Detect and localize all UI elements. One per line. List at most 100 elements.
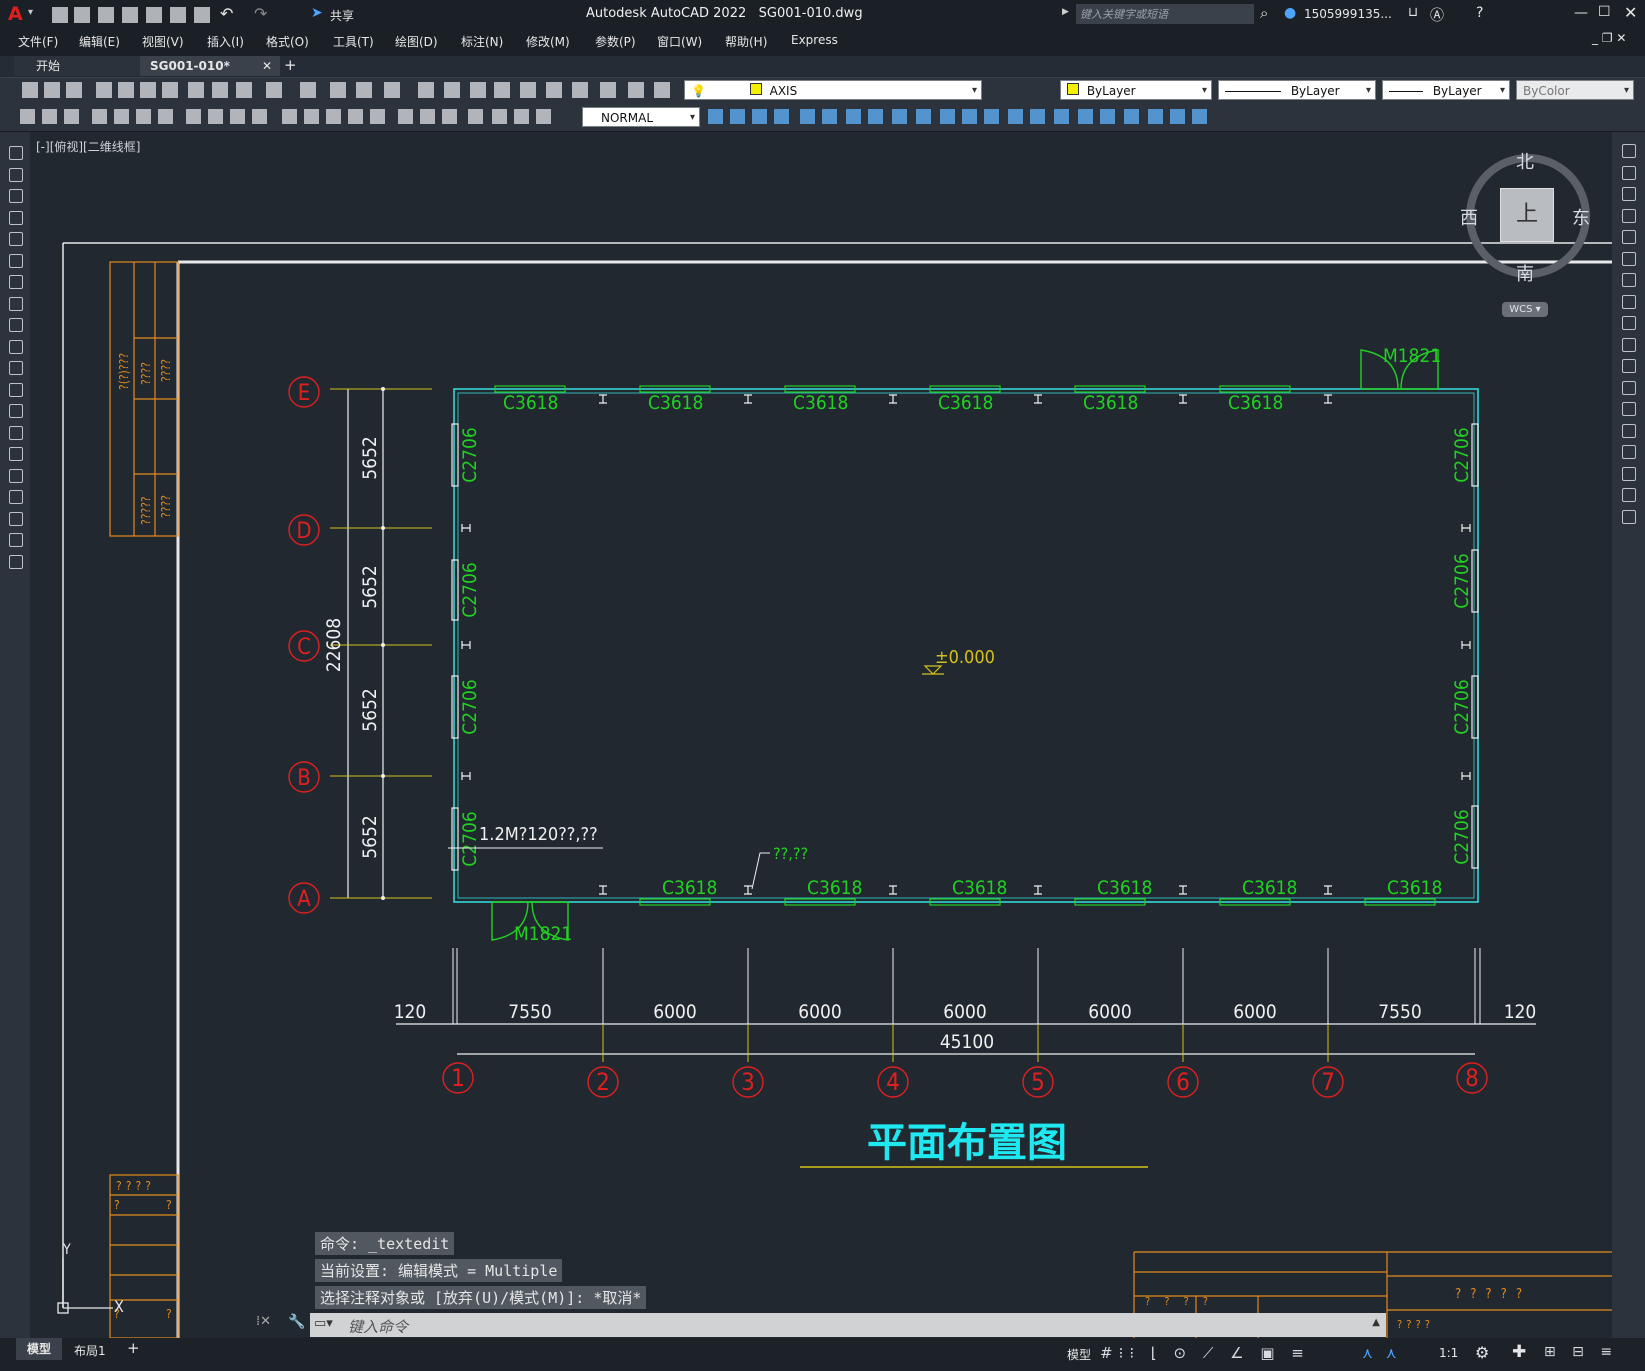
tab-drawing[interactable]: SG001-010* ✕ <box>140 56 280 76</box>
draw-modify-tool-icon-2[interactable] <box>64 109 79 124</box>
draw-tool-12[interactable] <box>9 404 23 418</box>
draw-modify-tool-icon-43[interactable] <box>1170 109 1185 124</box>
draw-tool-1[interactable] <box>9 167 23 182</box>
dimstyle-dropdown[interactable]: NORMAL ▾ <box>582 107 700 127</box>
draw-modify-tool-icon-10[interactable] <box>252 109 267 124</box>
draw-tool-6[interactable] <box>9 275 23 289</box>
status-tail-icons[interactable]: ⊞ ⊟ ≡ <box>1544 1344 1618 1360</box>
draw-modify-tool-icon-37[interactable] <box>1030 109 1045 124</box>
print-icon[interactable] <box>194 7 210 23</box>
viewcube-face-top[interactable]: 上 <box>1500 188 1554 242</box>
standard-tool-icon-2[interactable] <box>66 82 82 98</box>
doc-window-controls[interactable]: _ ❐ ✕ <box>1592 31 1626 45</box>
draw-modify-tool-icon-1[interactable] <box>42 109 57 124</box>
compass-east[interactable]: 东 <box>1572 204 1590 230</box>
draw-tool-9[interactable] <box>9 339 23 354</box>
draw-modify-tool-icon-16[interactable] <box>398 109 413 124</box>
draw-modify-tool-icon-34[interactable] <box>962 109 977 124</box>
draw-modify-tool-icon-6[interactable] <box>158 109 173 124</box>
draw-modify-tool-icon-14[interactable] <box>348 109 363 124</box>
draw-tool-14[interactable] <box>9 447 23 461</box>
standard-tool-icon-0[interactable] <box>22 82 38 98</box>
standard-tool-icon-15[interactable] <box>418 82 434 98</box>
new-layout-button[interactable]: + <box>127 1339 140 1357</box>
draw-modify-tool-icon-35[interactable] <box>984 109 999 124</box>
draw-modify-tool-icon-39[interactable] <box>1078 109 1093 124</box>
standard-tool-icon-22[interactable] <box>600 82 616 98</box>
draw-modify-tool-icon-13[interactable] <box>326 109 341 124</box>
status-icons[interactable]: #⁝⁝ ⌊ ⊙ ⟋ ∠ ▣ ≡ <box>1100 1344 1310 1362</box>
standard-tool-icon-5[interactable] <box>140 82 156 98</box>
draw-modify-tool-icon-24[interactable] <box>730 109 745 124</box>
lineweight-dropdown[interactable]: ByLayer ▾ <box>1382 80 1510 100</box>
draw-modify-tool-icon-9[interactable] <box>230 109 245 124</box>
draw-modify-tool-icon-18[interactable] <box>442 109 457 124</box>
draw-modify-tool-icon-28[interactable] <box>822 109 837 124</box>
draw-modify-tool-icon-33[interactable] <box>940 109 955 124</box>
draw-modify-tool-icon-20[interactable] <box>492 109 507 124</box>
tab-close-icon[interactable]: ✕ <box>262 56 272 76</box>
standard-tool-icon-3[interactable] <box>96 82 112 98</box>
draw-tool-10[interactable] <box>9 361 23 375</box>
standard-tool-icon-17[interactable] <box>470 82 486 98</box>
standard-tool-icon-20[interactable] <box>546 82 562 98</box>
menu-insert[interactable]: 插入(I) <box>207 33 244 50</box>
modify-tool-10[interactable] <box>1622 359 1636 373</box>
draw-modify-tool-icon-15[interactable] <box>370 109 385 124</box>
draw-modify-tool-icon-30[interactable] <box>868 109 883 124</box>
standard-tool-icon-4[interactable] <box>118 82 134 98</box>
standard-tool-icon-10[interactable] <box>266 82 282 98</box>
modify-tool-7[interactable] <box>1622 294 1636 309</box>
save-icon[interactable] <box>98 7 114 23</box>
draw-tool-16[interactable] <box>9 490 23 504</box>
menu-edit[interactable]: 编辑(E) <box>79 33 120 50</box>
compass-south[interactable]: 南 <box>1516 260 1534 286</box>
modify-tool-17[interactable] <box>1622 509 1636 524</box>
tab-start[interactable]: 开始 <box>14 56 154 76</box>
modify-tool-1[interactable] <box>1622 165 1636 180</box>
draw-modify-tool-icon-26[interactable] <box>774 109 789 124</box>
standard-tool-icon-6[interactable] <box>162 82 178 98</box>
draw-modify-tool-icon-8[interactable] <box>208 109 223 124</box>
annotation-scale[interactable]: 1:1 <box>1439 1346 1458 1360</box>
draw-modify-tool-icon-22[interactable] <box>536 109 551 124</box>
standard-tool-icon-24[interactable] <box>654 82 670 98</box>
standard-tool-icon-13[interactable] <box>356 82 372 98</box>
modify-tool-11[interactable] <box>1622 380 1636 395</box>
maximize-icon[interactable]: ☐ <box>1598 4 1611 20</box>
app-logo[interactable]: A <box>8 3 23 25</box>
modify-tool-8[interactable] <box>1622 316 1636 330</box>
save-as-icon[interactable] <box>122 7 138 23</box>
modify-tool-16[interactable] <box>1622 488 1636 502</box>
compass-north[interactable]: 北 <box>1516 148 1534 174</box>
draw-modify-tool-icon-21[interactable] <box>514 109 529 124</box>
modify-tool-9[interactable] <box>1622 337 1636 352</box>
color-dropdown[interactable]: ByLayer ▾ <box>1060 80 1212 100</box>
draw-tool-2[interactable] <box>9 189 23 203</box>
search-icon[interactable]: ⌕ <box>1260 4 1268 22</box>
modify-tool-2[interactable] <box>1622 187 1636 201</box>
model-space-toggle[interactable]: 模型 <box>1067 1346 1091 1363</box>
menu-draw[interactable]: 绘图(D) <box>395 33 438 50</box>
draw-modify-tool-icon-44[interactable] <box>1192 109 1207 124</box>
draw-modify-tool-icon-3[interactable] <box>92 109 107 124</box>
redo-icon[interactable]: ↷ <box>254 4 267 23</box>
open-icon[interactable] <box>74 7 90 23</box>
share-icon[interactable]: ➤ <box>311 5 323 21</box>
draw-tool-17[interactable] <box>9 511 23 526</box>
standard-tool-icon-16[interactable] <box>444 82 460 98</box>
draw-modify-tool-icon-36[interactable] <box>1008 109 1023 124</box>
modify-tool-15[interactable] <box>1622 466 1636 481</box>
menu-parametric[interactable]: 参数(P) <box>595 33 636 50</box>
modify-tool-5[interactable] <box>1622 251 1636 266</box>
plot-preview-icon[interactable] <box>146 7 162 23</box>
new-tab-button[interactable]: + <box>284 56 297 74</box>
settings-icon[interactable]: ⚙ <box>1475 1343 1489 1362</box>
user-name[interactable]: 1505999135... <box>1304 7 1392 21</box>
modify-tool-6[interactable] <box>1622 273 1636 287</box>
standard-tool-icon-9[interactable] <box>236 82 252 98</box>
draw-tool-8[interactable] <box>9 318 23 332</box>
standard-tool-icon-7[interactable] <box>188 82 204 98</box>
publish-icon[interactable] <box>170 7 186 23</box>
draw-modify-tool-icon-25[interactable] <box>752 109 767 124</box>
